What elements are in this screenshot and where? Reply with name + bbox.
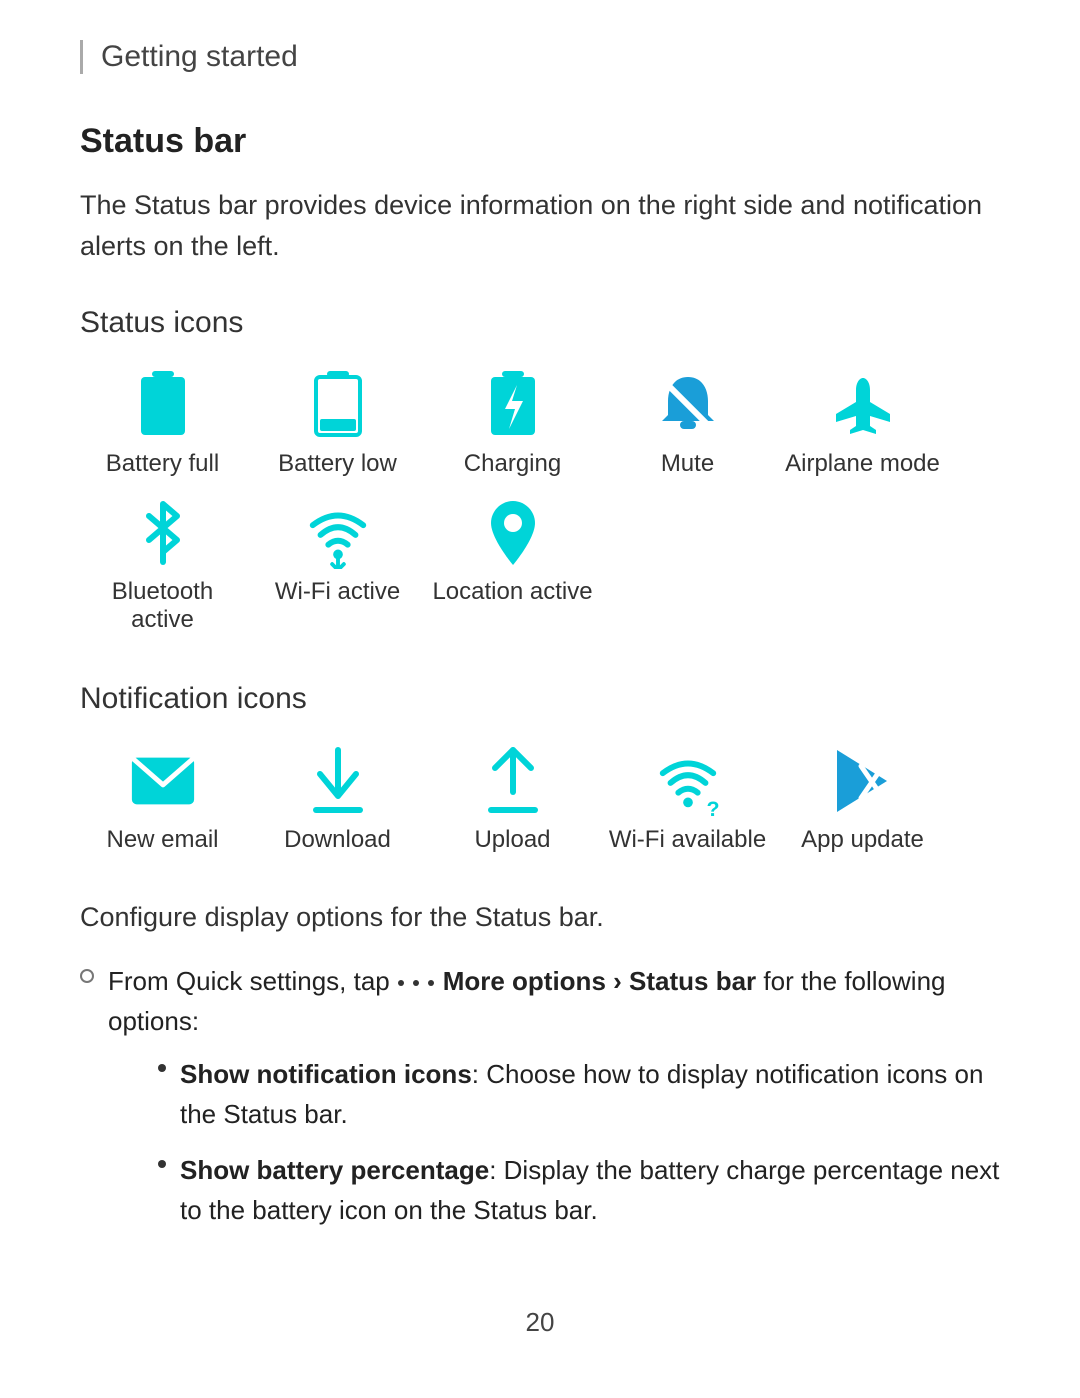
location-icon — [478, 498, 548, 568]
charging-icon — [478, 370, 548, 440]
page-title: Status bar — [80, 122, 1000, 161]
bullet-list: Show notification icons: Choose how to d… — [158, 1054, 1000, 1231]
notification-icons-grid: New email Download Upload — [80, 746, 1000, 854]
show-battery-percentage-bold: Show battery percentage — [180, 1155, 489, 1185]
status-icons-grid: Battery full Battery low Charging — [80, 370, 1000, 634]
battery-full-label: Battery full — [106, 450, 219, 478]
mute-label: Mute — [661, 450, 714, 478]
bluetooth-item: Bluetooth active — [80, 498, 245, 634]
section-description: The Status bar provides device informati… — [80, 185, 1000, 266]
battery-low-label: Battery low — [278, 450, 397, 478]
email-item: New email — [80, 746, 245, 854]
app-update-label: App update — [801, 826, 924, 854]
battery-low-icon — [303, 370, 373, 440]
location-active-item: Location active — [430, 498, 595, 634]
show-notification-icons-bold: Show notification icons — [180, 1059, 472, 1089]
list-item-prefix: From Quick settings, tap — [108, 966, 397, 996]
charging-item: Charging — [430, 370, 595, 478]
wifi-active-label: Wi-Fi active — [275, 578, 400, 606]
list-bullet-circle — [80, 969, 94, 983]
configure-text: Configure display options for the Status… — [80, 902, 1000, 933]
battery-full-icon — [128, 370, 198, 440]
bluetooth-label: Bluetooth active — [80, 578, 245, 634]
wifi-available-item: ? Wi-Fi available — [605, 746, 770, 854]
bullet-item-2-text: Show battery percentage: Display the bat… — [180, 1150, 1000, 1231]
wifi-available-icon: ? — [653, 746, 723, 816]
mute-icon — [653, 370, 723, 440]
list-item-bold: More options › Status bar — [443, 966, 756, 996]
quick-settings-list-item: From Quick settings, tap More options › … — [80, 961, 1000, 1247]
airplane-mode-item: Airplane mode — [780, 370, 945, 478]
wifi-available-label: Wi-Fi available — [609, 826, 766, 854]
app-update-item: App update — [780, 746, 945, 854]
battery-full-item: Battery full — [80, 370, 245, 478]
bullet-item-2: Show battery percentage: Display the bat… — [158, 1150, 1000, 1231]
charging-label: Charging — [464, 450, 561, 478]
app-update-icon — [828, 746, 898, 816]
download-item: Download — [255, 746, 420, 854]
status-icons-title: Status icons — [80, 306, 1000, 340]
breadcrumb: Getting started — [80, 40, 1000, 74]
airplane-mode-icon — [828, 370, 898, 440]
upload-icon — [478, 746, 548, 816]
wifi-active-item: Wi-Fi active — [255, 498, 420, 634]
bullet-dot-1 — [158, 1064, 166, 1072]
download-icon — [303, 746, 373, 816]
upload-item: Upload — [430, 746, 595, 854]
quick-settings-text: From Quick settings, tap More options › … — [108, 961, 1000, 1247]
airplane-mode-label: Airplane mode — [785, 450, 940, 478]
svg-text:?: ? — [706, 797, 719, 817]
download-label: Download — [284, 826, 391, 854]
bullet-item-1: Show notification icons: Choose how to d… — [158, 1054, 1000, 1135]
upload-label: Upload — [474, 826, 550, 854]
location-active-label: Location active — [432, 578, 592, 606]
battery-low-item: Battery low — [255, 370, 420, 478]
page-number: 20 — [80, 1307, 1000, 1338]
wifi-active-icon — [303, 498, 373, 568]
notification-icons-title: Notification icons — [80, 682, 1000, 716]
email-icon — [128, 746, 198, 816]
email-label: New email — [106, 826, 218, 854]
bluetooth-icon — [128, 498, 198, 568]
bullet-item-1-text: Show notification icons: Choose how to d… — [180, 1054, 1000, 1135]
mute-item: Mute — [605, 370, 770, 478]
bullet-dot-2 — [158, 1160, 166, 1168]
